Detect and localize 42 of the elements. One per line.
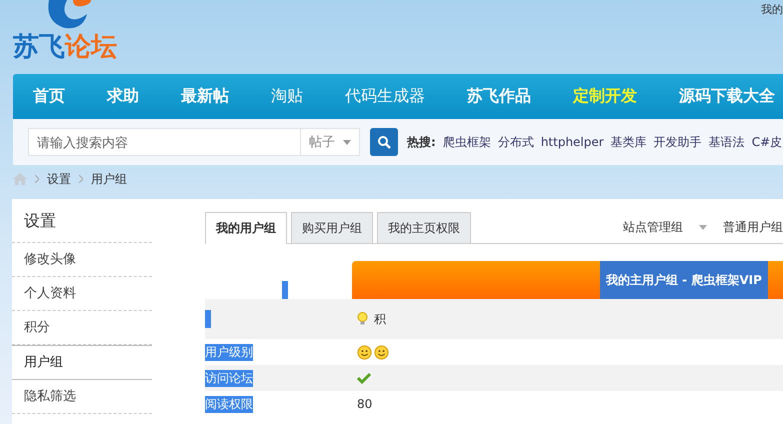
main-group-header: 我的主用户组 - 爬虫框架VIP <box>600 261 768 299</box>
breadcrumb-link[interactable]: 设置 <box>47 170 71 188</box>
top-link[interactable]: 我的 <box>761 0 783 74</box>
hot-search-link[interactable]: 基类库 <box>610 134 647 150</box>
sidebar-item[interactable]: 个人资料 <box>12 277 152 311</box>
tab[interactable]: 我的主页权限 <box>377 212 471 243</box>
search-scope-select[interactable]: 帖子 <box>300 128 360 156</box>
search-field[interactable]: 请输入搜索内容 <box>28 128 300 156</box>
hot-search-link[interactable]: 爬虫框架 <box>442 134 491 150</box>
chevron-icon <box>79 175 83 183</box>
row-label: 用户级别 <box>205 344 253 360</box>
hot-search-link[interactable]: 分布式 <box>498 134 534 150</box>
points-label: 积 <box>374 310 386 328</box>
tab[interactable]: 购买用户组 <box>291 212 373 243</box>
search-icon <box>377 135 391 149</box>
hot-search-link[interactable]: C#皮 <box>752 134 782 150</box>
row-label: 阅读权限 <box>205 396 253 412</box>
smiley-icon <box>357 344 372 360</box>
sidebar-item[interactable]: 用户组 <box>12 345 152 380</box>
hot-search-label: 热搜: <box>407 134 436 150</box>
sidebar-item[interactable]: 修改头像 <box>12 243 152 277</box>
group-link[interactable]: 普通用户组 <box>723 219 783 236</box>
sidebar-title: 设置 <box>12 199 152 243</box>
hot-search-link[interactable]: httphelper <box>540 135 604 149</box>
sidebar-item[interactable]: 隐私筛选 <box>12 380 152 414</box>
sidebar-item[interactable]: 积分 <box>12 311 152 345</box>
check-icon <box>357 372 371 384</box>
row-value: 80 <box>357 397 372 411</box>
row-marker <box>205 310 211 328</box>
forum-logo-text: 苏飞论坛 <box>13 32 117 62</box>
chevron-icon <box>35 175 39 183</box>
search-button[interactable] <box>370 128 398 156</box>
lightbulb-icon <box>357 312 368 326</box>
column-marker <box>282 281 288 299</box>
tab[interactable]: 我的用户组 <box>205 212 287 244</box>
hot-search-link[interactable]: 基语法 <box>708 134 745 150</box>
row-label: 访问论坛 <box>205 370 253 386</box>
breadcrumb-link[interactable]: 用户组 <box>91 170 127 188</box>
caret-icon <box>343 140 351 144</box>
group-link[interactable]: 站点管理组 <box>623 219 683 236</box>
hot-search-link[interactable]: 开发助手 <box>654 134 702 150</box>
smiley-icon <box>374 344 389 360</box>
